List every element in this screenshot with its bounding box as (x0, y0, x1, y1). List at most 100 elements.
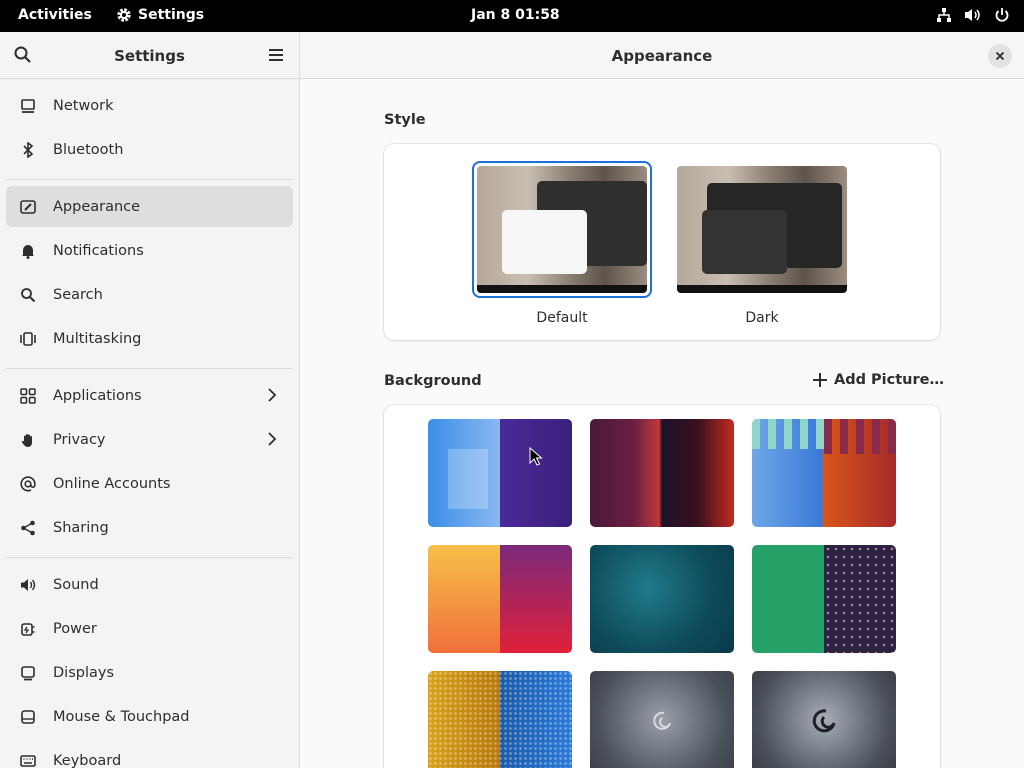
sidebar-divider (6, 368, 293, 369)
sidebar-item-multitasking[interactable]: Multitasking (6, 318, 293, 359)
power-plug-icon (19, 620, 37, 638)
wallpaper-blue-orange-drips[interactable] (752, 419, 896, 527)
sidebar-item-appearance[interactable]: Appearance (6, 186, 293, 227)
wallpaper-green-purple-dots[interactable] (752, 545, 896, 653)
style-section-label: Style (384, 112, 426, 128)
power-icon (994, 7, 1010, 23)
style-option-default[interactable]: Default (472, 161, 652, 331)
mouse-cursor-icon (529, 447, 543, 466)
background-section-label: Background (384, 373, 482, 389)
sidebar-title: Settings (114, 47, 185, 65)
preview-window-front (702, 210, 787, 274)
sidebar-item-sound[interactable]: Sound (6, 564, 293, 605)
sidebar-divider (6, 179, 293, 180)
wallpaper-debian-swirl-gray[interactable] (590, 671, 734, 768)
wallpaper-orange-red-gradient[interactable] (428, 545, 572, 653)
sidebar-item-displays[interactable]: Displays (6, 652, 293, 693)
bell-icon (19, 242, 37, 260)
wallpaper-detail (500, 545, 572, 653)
gear-icon (116, 7, 132, 23)
network-icon (936, 7, 952, 23)
style-option-label: Default (536, 310, 588, 326)
sidebar-item-network[interactable]: Network (6, 85, 293, 126)
wallpaper-debian-dark-swirl[interactable] (752, 671, 896, 768)
chevron-right-icon (267, 432, 277, 450)
chevron-right-icon (267, 388, 277, 406)
wallpaper-dark-red-waves[interactable] (590, 419, 734, 527)
search-icon (19, 286, 37, 304)
wallpaper-detail (824, 419, 896, 454)
sidebar-item-privacy[interactable]: Privacy (6, 419, 293, 460)
sidebar-item-online-accounts[interactable]: Online Accounts (6, 463, 293, 504)
preview-window-front (502, 210, 587, 274)
sidebar-item-label: Network (53, 97, 114, 114)
share-icon (19, 519, 37, 537)
sidebar-item-label: Keyboard (53, 752, 122, 768)
background-card (384, 405, 940, 768)
debian-swirl-icon (653, 711, 671, 730)
wallpaper-detail (428, 671, 572, 768)
hamburger-icon (269, 49, 283, 61)
keyboard-icon (19, 752, 37, 768)
sidebar-item-label: Online Accounts (53, 475, 171, 492)
wallpaper-detail (448, 449, 488, 509)
add-picture-button[interactable]: Add Picture… (812, 372, 944, 388)
sidebar-item-sharing[interactable]: Sharing (6, 507, 293, 548)
apps-grid-icon (19, 387, 37, 405)
sidebar-item-notifications[interactable]: Notifications (6, 230, 293, 271)
wallpaper-teal-space[interactable] (590, 545, 734, 653)
sidebar-item-power[interactable]: Power (6, 608, 293, 649)
clock[interactable]: Jan 8 01:58 (471, 7, 560, 23)
sidebar-item-label: Notifications (53, 242, 144, 259)
sidebar-item-keyboard[interactable]: Keyboard (6, 740, 293, 768)
style-option-label: Dark (745, 310, 779, 326)
network-icon (19, 97, 37, 115)
sidebar-item-mouse-touchpad[interactable]: Mouse & Touchpad (6, 696, 293, 737)
sidebar-item-label: Multitasking (53, 330, 142, 347)
activities-button[interactable]: Activities (18, 7, 92, 23)
speaker-icon (19, 576, 37, 594)
main-panel: Appearance Style Default Dark Background… (300, 32, 1024, 768)
multitasking-icon (19, 330, 37, 348)
add-picture-label: Add Picture… (834, 372, 944, 388)
sidebar-divider (6, 557, 293, 558)
app-menu[interactable]: Settings (116, 7, 204, 23)
appearance-icon (19, 198, 37, 216)
top-bar: Activities Settings Jan 8 01:58 (0, 0, 1024, 32)
sidebar-item-label: Mouse & Touchpad (53, 708, 190, 725)
style-option-dark[interactable]: Dark (672, 161, 852, 331)
sidebar-item-search[interactable]: Search (6, 274, 293, 315)
volume-icon (964, 7, 982, 23)
style-card: Default Dark (384, 144, 940, 340)
style-preview-dark (677, 166, 847, 293)
sidebar: Settings Network Bluetooth Appearance No… (0, 32, 300, 768)
sidebar-item-label: Appearance (53, 198, 141, 215)
sidebar-item-label: Sound (53, 576, 99, 593)
sidebar-item-label: Power (53, 620, 97, 637)
sidebar-item-label: Sharing (53, 519, 109, 536)
close-icon (995, 51, 1005, 61)
sidebar-item-label: Bluetooth (53, 141, 124, 158)
sidebar-item-label: Displays (53, 664, 115, 681)
mouse-icon (19, 708, 37, 726)
bluetooth-icon (19, 141, 37, 159)
main-menu-button[interactable] (267, 46, 285, 64)
sidebar-item-label: Search (53, 286, 103, 303)
system-tray[interactable] (936, 7, 1010, 23)
sidebar-item-applications[interactable]: Applications (6, 375, 293, 416)
sidebar-item-label: Applications (53, 387, 142, 404)
wallpaper-blue-purple-hexagons[interactable] (428, 419, 572, 527)
wallpaper-detail (824, 545, 896, 653)
debian-swirl-icon (812, 709, 836, 733)
close-button[interactable] (988, 44, 1012, 68)
sidebar-item-bluetooth[interactable]: Bluetooth (6, 129, 293, 170)
plus-icon (813, 373, 827, 387)
sidebar-header: Settings (0, 32, 299, 79)
app-menu-label: Settings (138, 7, 205, 23)
main-header: Appearance (300, 32, 1024, 79)
wallpaper-gold-blue-mosaic[interactable] (428, 671, 572, 768)
display-icon (19, 664, 37, 682)
style-preview-default (477, 166, 647, 293)
page-title: Appearance (611, 47, 713, 65)
sidebar-item-label: Privacy (53, 431, 106, 448)
